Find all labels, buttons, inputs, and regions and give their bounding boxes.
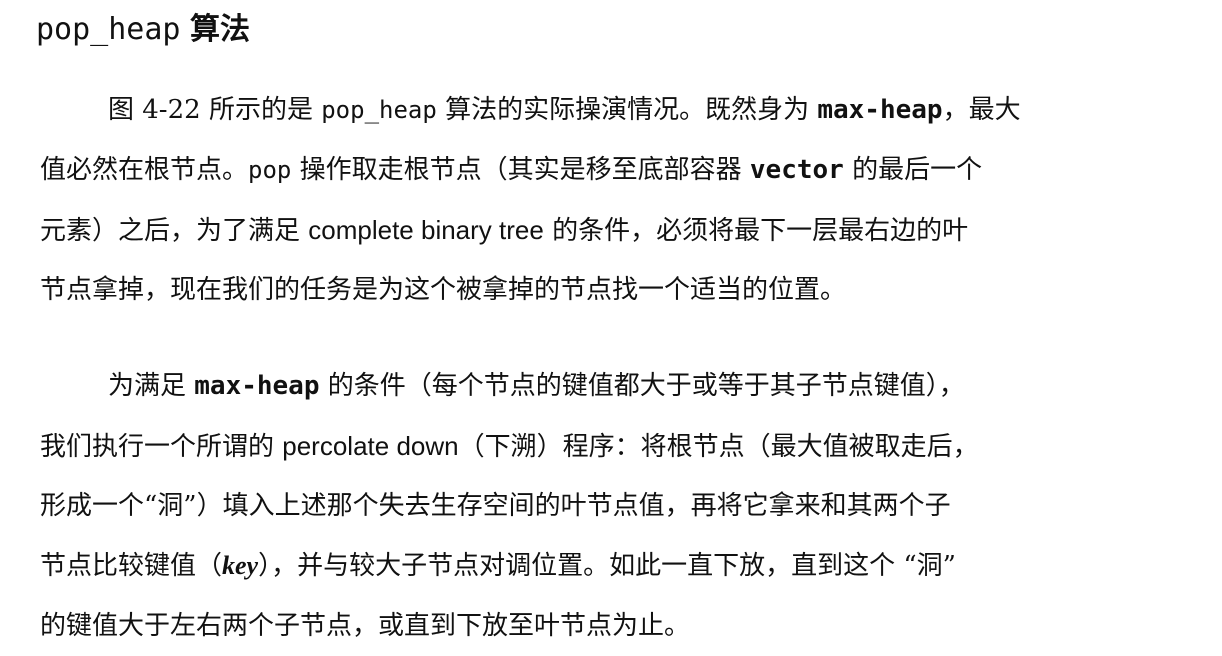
p2-l4-text-b: ），并与较大子节点对调位置。如此一直下放，直到这个 “洞” [258, 551, 956, 581]
p2-line-4: 节点比较键值（key），并与较大子节点对调位置。如此一直下放，直到这个 “洞” [40, 536, 1185, 596]
p2-l4-text-a: 节点比较键值（ [40, 551, 223, 581]
p2-l4-term: key [222, 551, 259, 580]
p2-line-1: 为满足 max-heap 的条件（每个节点的键值都大于或等于其子节点键值）， [40, 356, 1185, 416]
p2-l2-term: percolate down [282, 431, 459, 461]
p1-l1-code: pop_heap [321, 96, 437, 124]
p1-l4-text-a: 节点拿掉，现在我们的任务是为这个被拿掉的节点找一个适当的位置。 [40, 275, 847, 305]
p2-l5-text-a: 的键值大于左右两个子节点，或直到下放至叶节点为止。 [40, 611, 691, 641]
heading-code: pop_heap [36, 12, 181, 47]
document-page: pop_heap 算法 图 4-22 所示的是 pop_heap 算法的实际操演… [0, 0, 1222, 654]
p2-line-2: 我们执行一个所谓的 percolate down（下溯）程序：将根节点（最大值被… [40, 416, 1185, 476]
p2-l1-code: max-heap [194, 371, 320, 401]
paragraph-1: 图 4-22 所示的是 pop_heap 算法的实际操演情况。既然身为 max-… [40, 80, 1185, 320]
paragraph-2: 为满足 max-heap 的条件（每个节点的键值都大于或等于其子节点键值）， 我… [40, 356, 1185, 656]
p1-line-3: 元素）之后，为了满足 complete binary tree 的条件，必须将最… [40, 200, 1185, 260]
p1-line-1: 图 4-22 所示的是 pop_heap 算法的实际操演情况。既然身为 max-… [40, 80, 1185, 140]
section-heading: pop_heap 算法 [36, 8, 250, 52]
p1-l1-code-2: max-heap [817, 95, 943, 125]
p2-l1-text-a: 为满足 [108, 371, 195, 401]
p2-line-5: 的键值大于左右两个子节点，或直到下放至叶节点为止。 [40, 596, 1185, 656]
p1-l2-text-b: 操作取走根节点（其实是移至底部容器 [291, 155, 750, 185]
p2-l3-text-a: 形成一个“洞”）填入上述那个失去生存空间的叶节点值，再将它拿来和其两个子 [40, 491, 951, 521]
p1-l3-term: complete binary tree [308, 215, 544, 245]
heading-label: 算法 [190, 12, 251, 47]
p1-l1-text-a: 图 4-22 所示的是 [108, 95, 322, 125]
p2-line-3: 形成一个“洞”）填入上述那个失去生存空间的叶节点值，再将它拿来和其两个子 [40, 476, 1185, 536]
p1-l2-code-2: vector [749, 155, 844, 185]
p1-l2-text-a: 值必然在根节点。 [40, 155, 249, 185]
p1-l2-text-c: 的最后一个 [843, 155, 983, 185]
p2-l2-text-b: （下溯）程序：将根节点（最大值被取走后， [458, 432, 979, 462]
p1-line-4: 节点拿掉，现在我们的任务是为这个被拿掉的节点找一个适当的位置。 [40, 260, 1185, 320]
p1-l1-text-b: 算法的实际操演情况。既然身为 [436, 95, 818, 125]
p1-l3-text-b: 的条件，必须将最下一层最右边的叶 [543, 216, 969, 246]
p1-l2-code: pop [248, 156, 292, 184]
p2-l2-text-a: 我们执行一个所谓的 [40, 432, 283, 462]
p1-l3-text-a: 元素）之后，为了满足 [40, 216, 309, 246]
p1-l1-text-c: ，最大 [942, 95, 1021, 125]
p1-line-2: 值必然在根节点。pop 操作取走根节点（其实是移至底部容器 vector 的最后… [40, 140, 1185, 200]
p2-l1-text-b: 的条件（每个节点的键值都大于或等于其子节点键值）， [319, 371, 965, 401]
